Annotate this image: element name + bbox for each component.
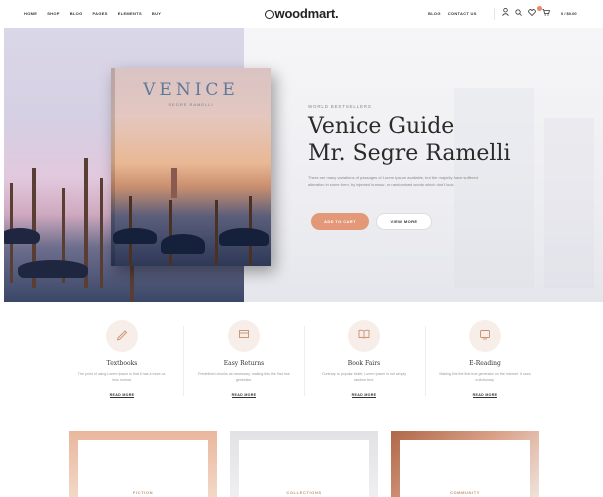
feature-easy-returns: Easy Returns Predefined chunks as necess…: [184, 320, 304, 401]
tablet-icon: [478, 327, 492, 346]
category-card-panel: COMMUNITY: [400, 440, 530, 497]
feature-title: E-Reading: [469, 360, 501, 367]
category-card-collections[interactable]: COLLECTIONS: [230, 431, 378, 497]
nav-blog-secondary[interactable]: BLOG: [428, 11, 441, 16]
site-header: HOME SHOP BLOG PAGES ELEMENTS BUY woodma…: [0, 0, 603, 28]
logo-text: woodmart.: [274, 6, 339, 21]
hero-eyebrow: WORLD BESTSELLERS: [308, 104, 372, 109]
feature-text: Contrary to popular belief, Lorem Ipsum …: [321, 372, 407, 382]
feature-icon-circle: [106, 320, 138, 352]
feature-icon-circle: [348, 320, 380, 352]
mooring-pole: [100, 178, 103, 288]
category-card-panel: COLLECTIONS: [239, 440, 369, 497]
feature-icon-circle: [469, 320, 501, 352]
category-label: FICTION: [132, 490, 154, 495]
hero-banner: VENICE SEGRE RAMELLI: [4, 28, 603, 302]
search-icon[interactable]: [515, 8, 522, 16]
feature-text: Making this the first true generator on …: [439, 372, 531, 382]
feature-title: Book Fairs: [347, 360, 381, 367]
background-fog: [544, 118, 594, 288]
gondola: [161, 234, 205, 254]
hero-title-line2: Mr. Segre Ramelli: [308, 141, 511, 166]
feature-title: Easy Returns: [223, 360, 265, 367]
feature-book-fairs: Book Fairs Contrary to popular belief, L…: [304, 320, 424, 401]
read-more-link[interactable]: READ MORE: [231, 393, 257, 398]
bell-tower: [171, 168, 177, 198]
open-book-icon: [357, 327, 371, 346]
secondary-nav: BLOG CONTACT US: [428, 11, 477, 16]
nav-contact[interactable]: CONTACT US: [448, 11, 477, 16]
category-card-community[interactable]: COMMUNITY: [391, 431, 539, 497]
hero-description: There are many variations of passages of…: [308, 175, 478, 187]
feature-title: Textbooks: [106, 360, 138, 367]
read-more-link[interactable]: READ MORE: [109, 393, 135, 398]
book-cover[interactable]: VENICE SEGRE RAMELLI: [111, 68, 271, 266]
add-to-cart-button[interactable]: ADD TO CART: [311, 213, 369, 230]
gondola: [219, 228, 269, 246]
book-cover-title: VENICE: [143, 80, 239, 100]
logo-mark-icon: [264, 10, 274, 19]
wishlist-count-badge: [537, 6, 542, 11]
gondola: [113, 228, 157, 244]
feature-text: The point of using Lorem Ipsum is that i…: [77, 372, 167, 382]
header-divider: [494, 8, 495, 20]
gondola: [18, 260, 88, 278]
feature-e-reading: E-Reading Making this the first true gen…: [425, 320, 545, 401]
mooring-pole: [169, 200, 172, 266]
category-label: COMMUNITY: [449, 490, 481, 495]
read-more-link[interactable]: READ MORE: [351, 393, 377, 398]
hero-title: Venice Guide Mr. Segre Ramelli: [308, 113, 511, 167]
mooring-pole: [215, 200, 218, 266]
feature-textbooks: Textbooks The point of using Lorem Ipsum…: [62, 320, 182, 401]
view-more-button[interactable]: VIEW MORE: [376, 213, 432, 230]
category-card-fiction[interactable]: FICTION: [69, 431, 217, 497]
cart-icon[interactable]: [542, 8, 550, 16]
header-actions: [502, 8, 550, 16]
gondola: [4, 228, 40, 244]
book-cover-author: SEGRE RAMELLI: [168, 102, 214, 107]
feature-icon-circle: [228, 320, 260, 352]
category-card-panel: FICTION: [78, 440, 208, 497]
box-icon: [237, 327, 251, 346]
cart-total[interactable]: 0 / $0.00: [561, 11, 577, 16]
read-more-link[interactable]: READ MORE: [472, 393, 498, 398]
category-label: COLLECTIONS: [286, 490, 322, 495]
wishlist-icon[interactable]: [528, 8, 536, 16]
pencil-icon: [115, 327, 129, 346]
feature-text: Predefined chunks as necessary, making t…: [198, 372, 290, 382]
hero-title-line1: Venice Guide: [308, 114, 455, 139]
user-icon[interactable]: [502, 8, 509, 16]
